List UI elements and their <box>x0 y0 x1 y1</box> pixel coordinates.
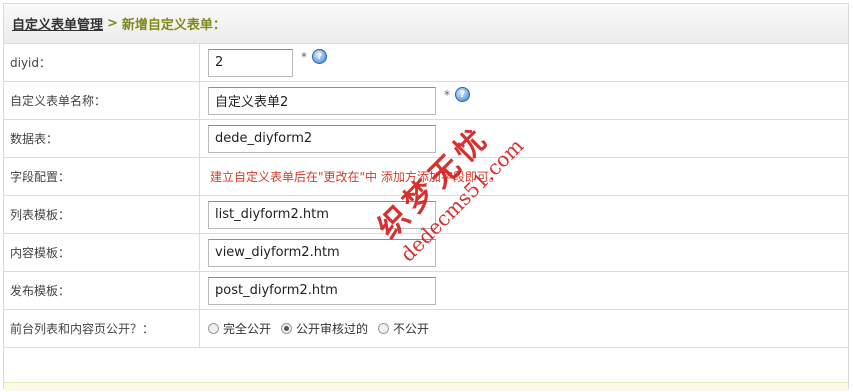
radio-button-selected[interactable] <box>281 323 293 334</box>
post-template-label: 发布模板： <box>4 272 200 309</box>
row-post-template: 发布模板： <box>4 272 848 310</box>
form-name-input[interactable] <box>208 86 436 115</box>
radio-option-public-all[interactable]: 完全公开 <box>208 320 271 337</box>
data-table-input[interactable] <box>208 124 436 153</box>
footer-bar <box>4 382 848 391</box>
row-data-table: 数据表： <box>4 120 848 158</box>
list-template-input[interactable] <box>208 200 436 229</box>
radio-label: 完全公开 <box>223 322 272 336</box>
view-template-input[interactable] <box>208 238 436 267</box>
diyid-label: diyid： <box>4 44 200 81</box>
help-icon[interactable]: ? <box>312 49 327 64</box>
row-field-config: 字段配置： 建立自定义表单后在"更改在"中 添加方添加字段即可。 <box>4 158 848 196</box>
required-mark: * <box>301 49 307 64</box>
breadcrumb-separator: > <box>107 16 118 31</box>
help-icon[interactable]: ? <box>455 87 470 102</box>
breadcrumb: 自定义表单管理 > 新增自定义表单： <box>4 4 848 44</box>
post-template-input[interactable] <box>208 276 436 305</box>
row-diyid: diyid： * ? <box>4 44 848 82</box>
data-table-label: 数据表： <box>4 120 200 157</box>
row-view-template: 内容模板： <box>4 234 848 272</box>
radio-option-not-public[interactable]: 不公开 <box>378 320 429 337</box>
public-setting-label: 前台列表和内容页公开？： <box>4 310 200 347</box>
view-template-label: 内容模板： <box>4 234 200 271</box>
radio-button[interactable] <box>208 323 219 334</box>
page-title: 新增自定义表单： <box>121 18 226 33</box>
radio-option-public-approved[interactable]: 公开审核过的 <box>281 320 368 337</box>
list-template-label: 列表模板： <box>4 196 200 233</box>
row-form-name: 自定义表单名称： * ? <box>4 82 848 120</box>
public-radio-group: 完全公开 公开审核过的 不公开 <box>208 320 437 337</box>
form-panel: 自定义表单管理 > 新增自定义表单： diyid： * ? 自定义表单名称： *… <box>3 3 849 391</box>
breadcrumb-link-diyform-manage[interactable]: 自定义表单管理 <box>12 14 103 33</box>
diyid-input[interactable] <box>208 48 293 77</box>
radio-label: 不公开 <box>393 322 430 336</box>
required-mark: * <box>444 87 450 102</box>
radio-label: 公开审核过的 <box>296 322 369 336</box>
field-config-label: 字段配置： <box>4 158 200 195</box>
form-name-label: 自定义表单名称： <box>4 82 200 119</box>
field-config-notice: 建立自定义表单后在"更改在"中 添加方添加字段即可。 <box>210 170 501 184</box>
radio-button[interactable] <box>378 323 390 334</box>
row-list-template: 列表模板： <box>4 196 848 234</box>
row-public-setting: 前台列表和内容页公开？： 完全公开 公开审核过的 不公开 <box>4 310 848 348</box>
